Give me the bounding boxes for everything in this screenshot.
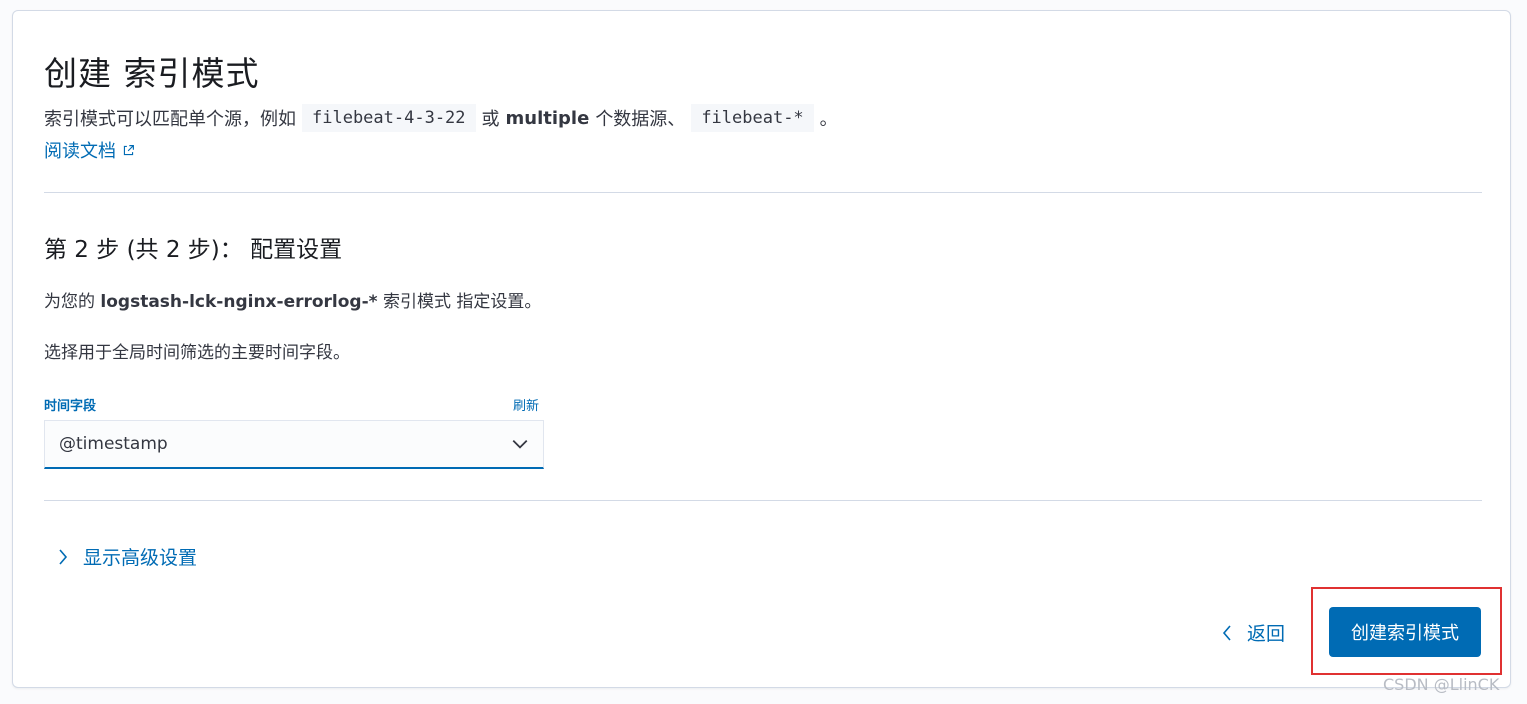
read-docs-label: 阅读文档: [44, 141, 116, 162]
example-single-source: filebeat-4-3-22: [302, 104, 476, 132]
show-advanced-settings-toggle[interactable]: 显示高级设置: [57, 543, 197, 570]
example-multi-source: filebeat-*: [691, 104, 814, 132]
watermark: CSDN @LlinCK: [1383, 675, 1500, 694]
time-field-hint: 选择用于全局时间筛选的主要时间字段。: [44, 343, 350, 363]
divider-bottom: [44, 500, 1482, 501]
refresh-link[interactable]: 刷新: [513, 395, 539, 414]
description-suffix: 。: [819, 109, 838, 130]
create-index-pattern-button[interactable]: 创建索引模式: [1329, 607, 1481, 657]
back-button[interactable]: 返回: [1221, 619, 1285, 646]
description-multiple: multiple: [505, 107, 590, 129]
step-instruction: 为您的 logstash-lck-nginx-errorlog-* 索引模式 指…: [44, 287, 541, 312]
time-field-select[interactable]: @timestamp: [44, 420, 544, 469]
external-link-icon: [123, 144, 134, 155]
instruction-prefix: 为您的: [44, 292, 95, 312]
chevron-left-icon: [1222, 624, 1231, 641]
show-advanced-settings-label: 显示高级设置: [83, 547, 198, 569]
time-field-value: @timestamp: [59, 434, 168, 454]
step-title: 第 2 步 (共 2 步)： 配置设置: [44, 237, 343, 263]
description-connector: 或: [481, 109, 500, 130]
page-title: 创建 索引模式: [44, 54, 260, 93]
page-description: 索引模式可以匹配单个源，例如 filebeat-4-3-22 或 multipl…: [44, 104, 838, 132]
read-docs-link[interactable]: 阅读文档: [44, 137, 135, 163]
chevron-down-icon: [512, 439, 528, 449]
create-index-pattern-panel: 创建 索引模式 索引模式可以匹配单个源，例如 filebeat-4-3-22 或…: [12, 10, 1511, 688]
index-pattern-name: logstash-lck-nginx-errorlog-*: [100, 292, 378, 312]
description-middle: 个数据源、: [595, 109, 686, 130]
description-prefix: 索引模式可以匹配单个源，例如: [44, 109, 296, 130]
divider-top: [44, 192, 1482, 193]
instruction-suffix: 索引模式 指定设置。: [382, 292, 542, 312]
chevron-right-icon: [59, 548, 68, 565]
back-label: 返回: [1247, 623, 1286, 645]
time-field-label: 时间字段: [44, 399, 97, 414]
